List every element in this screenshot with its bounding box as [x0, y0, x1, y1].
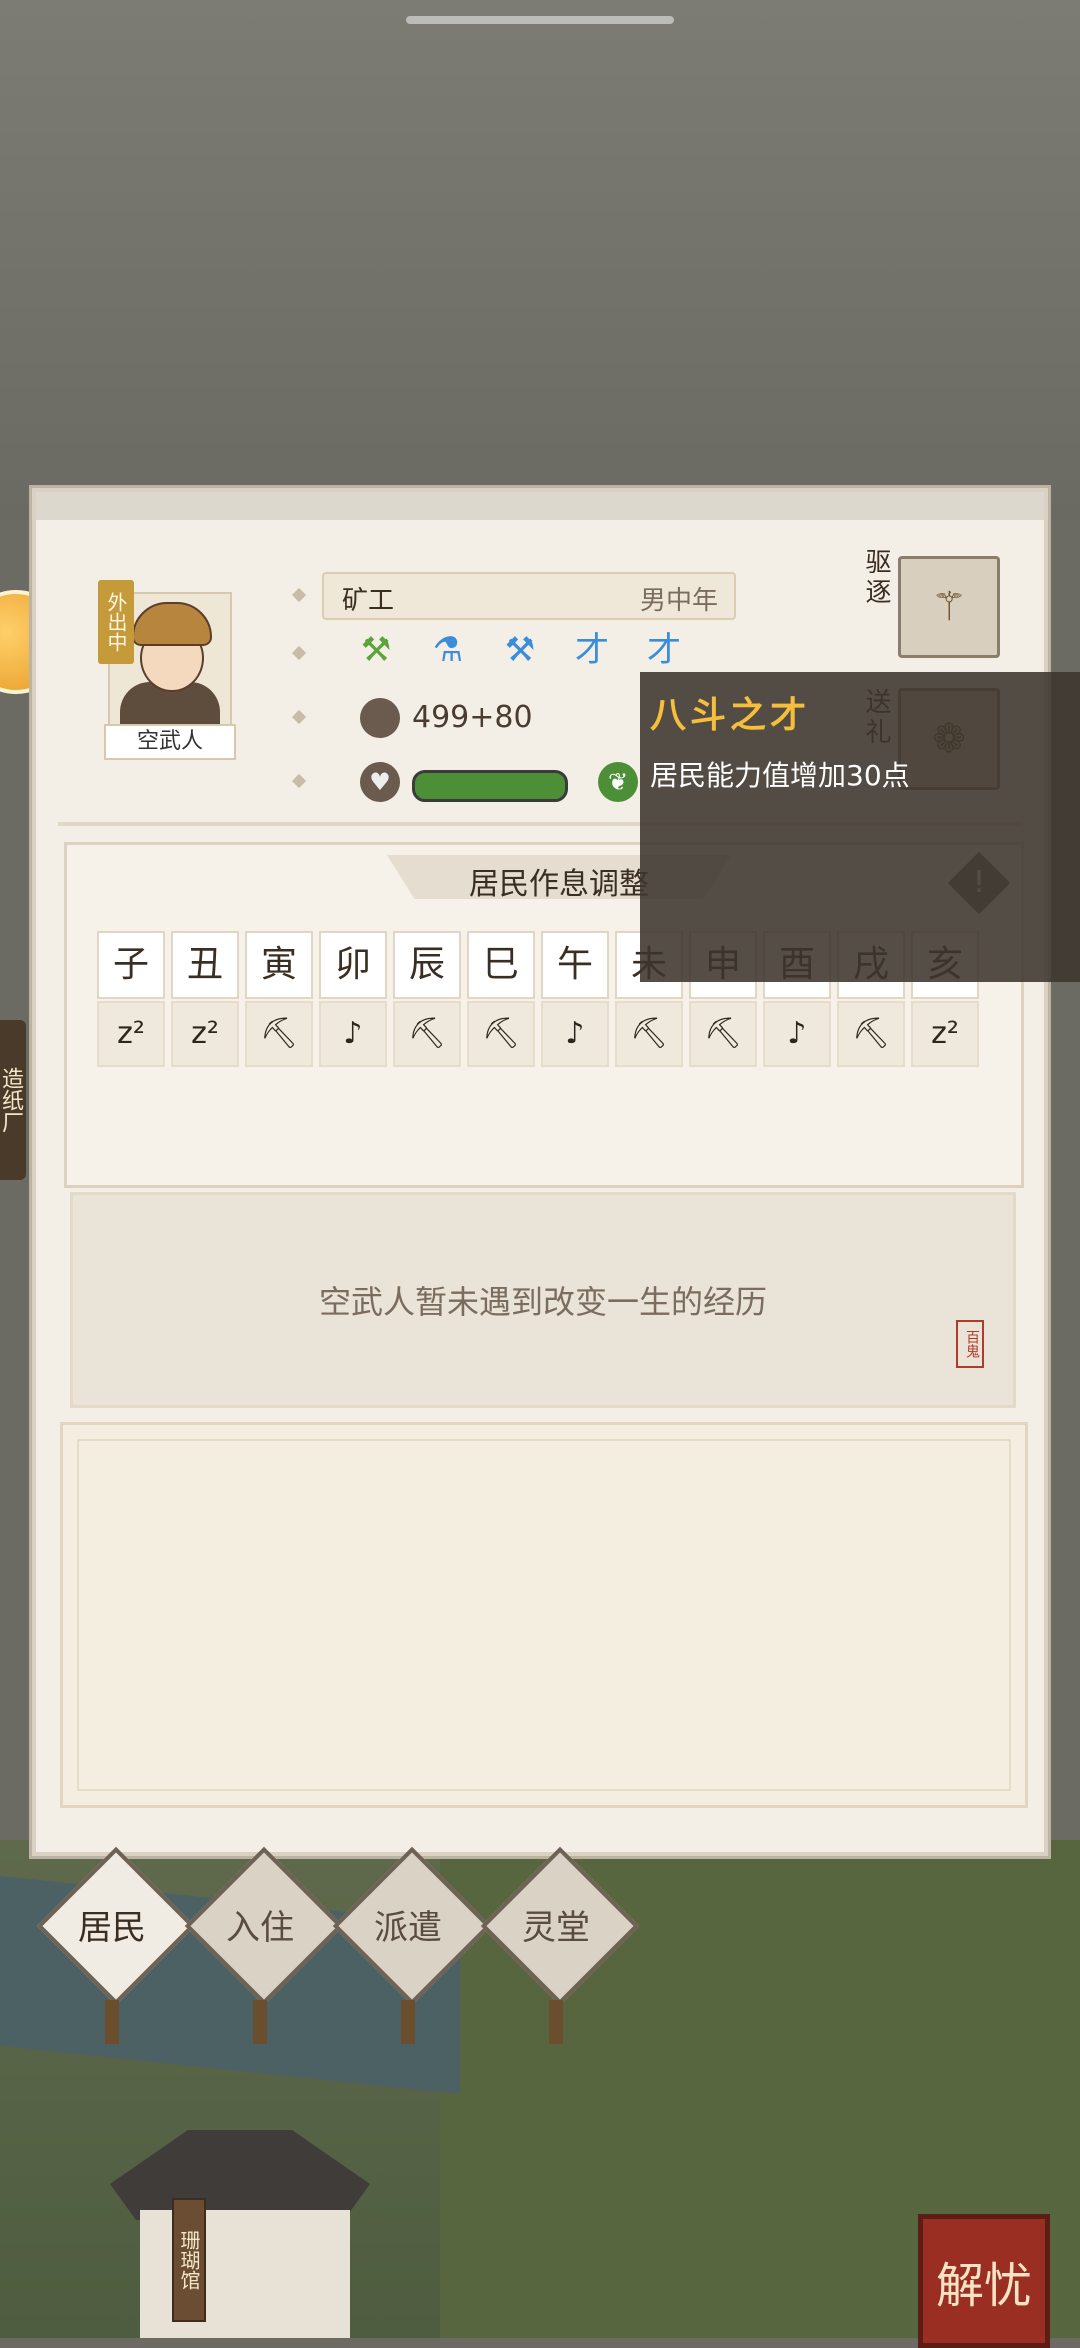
coin-value: 499+80: [412, 700, 533, 735]
nav-tab-label[interactable]: 派遣: [333, 1900, 483, 1949]
talent-tooltip: 八斗之才 居民能力值增加30点: [640, 672, 1080, 982]
building-sign[interactable]: 珊瑚馆: [172, 2198, 206, 2322]
hour-cell: 子: [97, 931, 165, 999]
heart-icon: ♥: [360, 762, 400, 802]
activity-pickaxe-icon[interactable]: ⛏: [689, 1001, 757, 1067]
activity-pickaxe-icon[interactable]: ⛏: [837, 1001, 905, 1067]
jieyou-button[interactable]: 解忧: [918, 2214, 1050, 2348]
panel-top-strip: [36, 492, 1044, 520]
bullet-dot: [291, 587, 307, 603]
coin-icon: [360, 698, 400, 738]
hour-cell: 丑: [171, 931, 239, 999]
activity-pickaxe-icon[interactable]: ⛏: [245, 1001, 313, 1067]
nav-tab-label[interactable]: 居民: [37, 1900, 187, 1949]
bullet-dot: [291, 773, 307, 789]
broom-icon: ⚚: [931, 584, 967, 630]
profession-label: 矿工: [342, 586, 395, 616]
hour-cell: 辰: [393, 931, 461, 999]
nav-tassel: [401, 2000, 415, 2044]
pickaxe-icon[interactable]: ⚒: [500, 628, 540, 672]
health-bar: [412, 770, 568, 802]
seal-stamp: 百鬼: [956, 1320, 984, 1368]
history-text: 空武人暂未遇到改变一生的经历: [318, 1283, 767, 1321]
activity-music-person-icon[interactable]: ♪: [319, 1001, 387, 1067]
hour-cell: 卯: [319, 931, 387, 999]
gender-age-label: 男中年: [639, 586, 718, 616]
nav-tassel: [105, 2000, 119, 2044]
side-building-tab[interactable]: 造纸厂: [0, 1020, 26, 1180]
activity-pickaxe-icon[interactable]: ⛏: [615, 1001, 683, 1067]
hour-cell: 巳: [467, 931, 535, 999]
status-badge: 外出中: [98, 580, 134, 664]
expel-button[interactable]: ⚚: [898, 556, 1000, 658]
talent-icon[interactable]: 才: [644, 628, 684, 672]
drag-handle[interactable]: [406, 16, 674, 24]
nav-tab-label[interactable]: 入住: [185, 1900, 335, 1949]
activity-sleep-icon[interactable]: z²: [911, 1001, 979, 1067]
activity-sleep-icon[interactable]: z²: [171, 1001, 239, 1067]
nav-tab-label[interactable]: 灵堂: [481, 1900, 631, 1949]
notes-box: [60, 1422, 1028, 1808]
avatar-hat: [132, 602, 212, 646]
hour-cell: 寅: [245, 931, 313, 999]
nav-tassel: [253, 2000, 267, 2044]
notes-inner-frame: [77, 1439, 1011, 1791]
profession-bar: 矿工 男中年: [322, 572, 736, 620]
tooltip-description: 居民能力值增加30点: [650, 759, 910, 792]
activity-pickaxe-icon[interactable]: ⛏: [393, 1001, 461, 1067]
hour-cell: 午: [541, 931, 609, 999]
tooltip-title: 八斗之才: [650, 694, 811, 736]
alchemy-icon[interactable]: ⚗: [428, 628, 468, 672]
leaf-icon: ❦: [598, 762, 638, 802]
bullet-dot: [291, 645, 307, 661]
bullet-dot: [291, 709, 307, 725]
activity-sleep-icon[interactable]: z²: [97, 1001, 165, 1067]
pickaxe-icon[interactable]: ⚒: [356, 628, 396, 672]
nav-tassel: [549, 2000, 563, 2044]
activity-music-person-icon[interactable]: ♪: [763, 1001, 831, 1067]
activity-pickaxe-icon[interactable]: ⛏: [467, 1001, 535, 1067]
resident-name: 空武人: [104, 724, 236, 760]
expel-label: 驱逐: [861, 548, 891, 608]
life-history-box: 空武人暂未遇到改变一生的经历: [70, 1192, 1016, 1408]
talent-icon[interactable]: 才: [572, 628, 612, 672]
activity-music-person-icon[interactable]: ♪: [541, 1001, 609, 1067]
mountain-backdrop: [0, 0, 1080, 520]
